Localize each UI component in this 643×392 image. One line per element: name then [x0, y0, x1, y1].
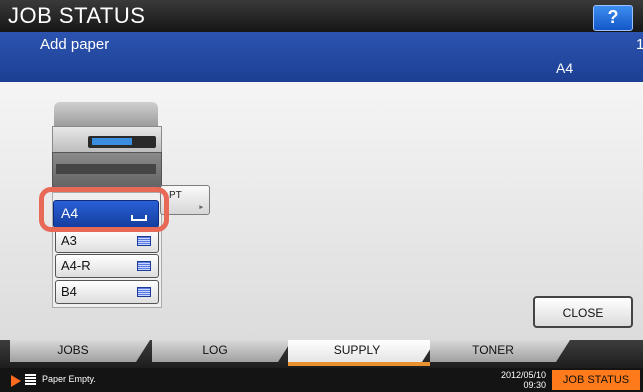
date-text: 2012/05/10: [500, 370, 546, 380]
play-icon[interactable]: [11, 375, 21, 387]
tray-label: A4-R: [61, 258, 91, 273]
page-title: JOB STATUS: [8, 3, 146, 28]
tab-supply-label: SUPPLY: [333, 343, 381, 357]
close-button[interactable]: CLOSE: [533, 296, 633, 328]
tab-jobs-label: JOBS: [57, 343, 89, 357]
printer-output-slot: [56, 164, 156, 174]
paper-level-icon: [137, 261, 151, 271]
date-time: 2012/05/10 09:30: [496, 370, 546, 390]
message-counter: 1: [636, 36, 643, 53]
tray-label: A3: [61, 233, 77, 248]
bypass-arrow-icon: ▸: [199, 204, 203, 211]
title-bar: JOB STATUS ?: [0, 0, 643, 32]
paper-level-icon: [137, 236, 151, 246]
printer-top: [54, 102, 158, 126]
list-icon[interactable]: [25, 374, 36, 385]
help-button[interactable]: ?: [593, 5, 633, 31]
job-status-button[interactable]: JOB STATUS: [552, 370, 640, 390]
paper-size-label: A4: [556, 60, 574, 76]
message-bar: Add paper 1 A4: [0, 32, 643, 82]
bypass-tray-label: PT: [169, 190, 182, 201]
empty-tray-highlight: [39, 187, 169, 232]
tray-label: B4: [61, 284, 77, 299]
tray-b4-button[interactable]: B4: [55, 280, 159, 304]
status-message: Add paper: [40, 36, 110, 53]
printer-control-panel: [88, 136, 156, 148]
paper-level-icon: [137, 287, 151, 297]
active-tab-indicator: [288, 362, 430, 366]
tray-a4r-button[interactable]: A4-R: [55, 254, 159, 278]
tab-log-label: LOG: [202, 343, 228, 357]
status-text: Paper Empty.: [42, 374, 96, 384]
tab-toner-label: TONER: [472, 343, 514, 357]
tray-a3-button[interactable]: A3: [55, 229, 159, 253]
status-bar: Paper Empty. 2012/05/10 09:30 JOB STATUS: [0, 368, 643, 392]
time-text: 09:30: [523, 380, 546, 390]
